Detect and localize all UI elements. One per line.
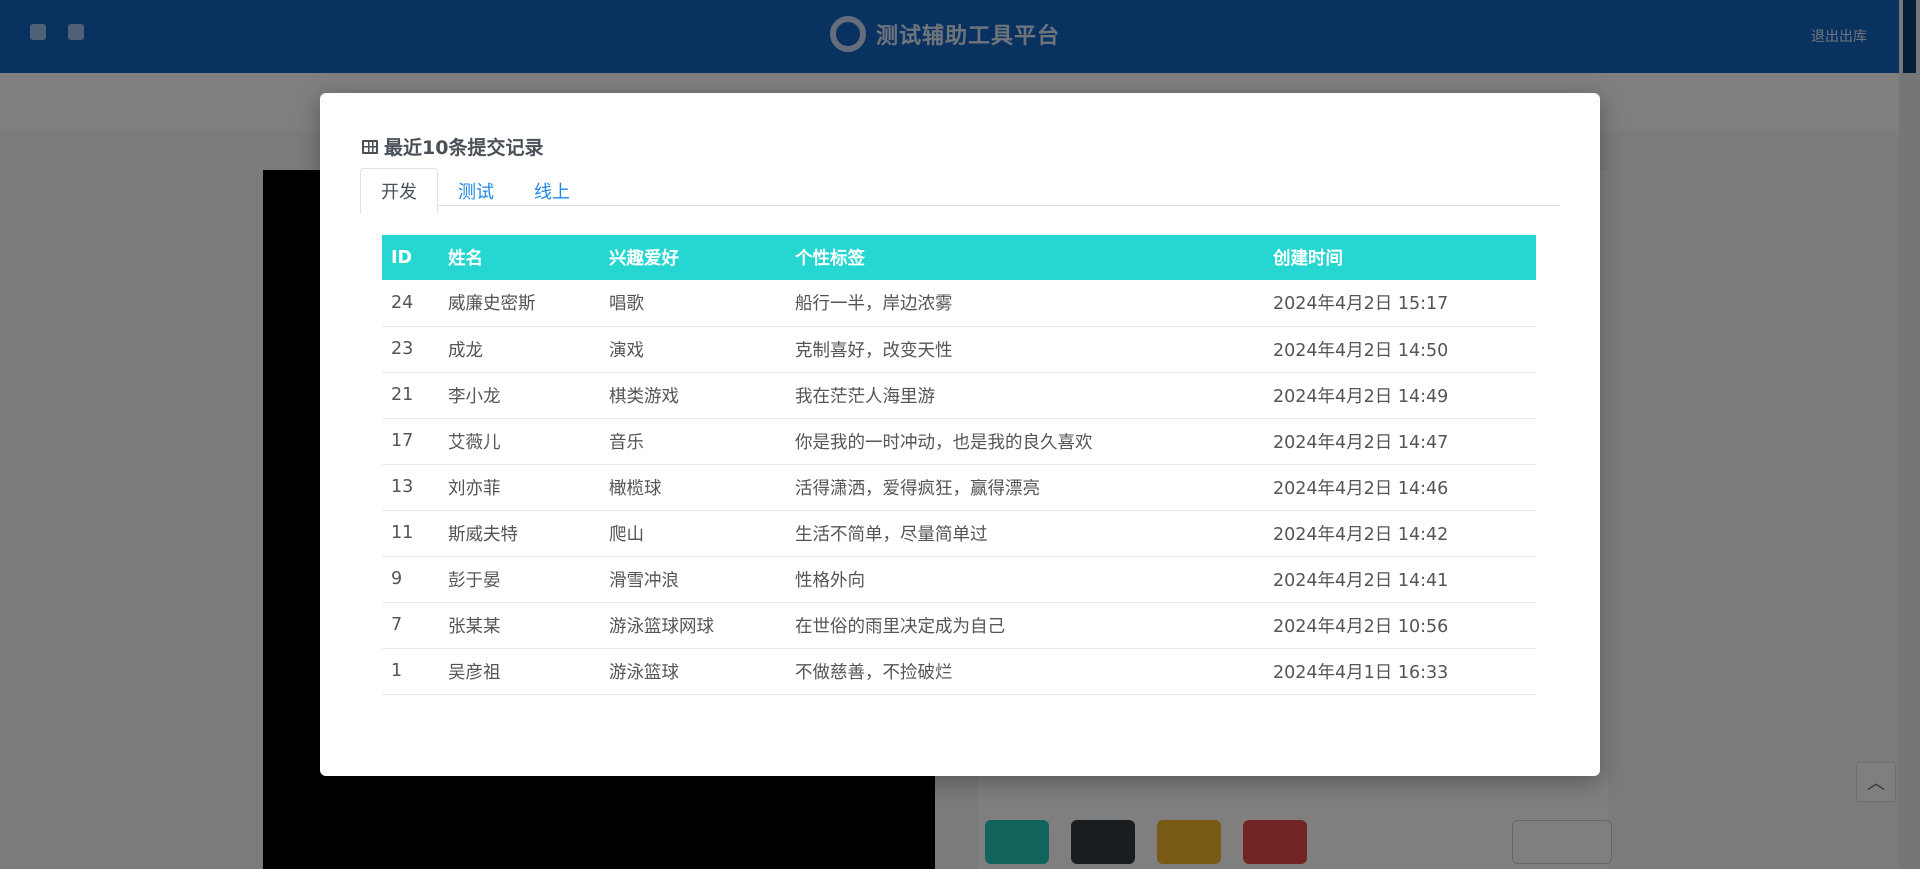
cell-name: 李小龙 <box>439 372 600 419</box>
header-created: 创建时间 <box>1273 249 1343 269</box>
cell-tag: 不做慈善，不捡破烂 <box>786 648 1264 695</box>
cell-created: 2024年4月2日 14:50 <box>1264 326 1536 373</box>
cell-id: 7 <box>382 602 439 649</box>
cell-name: 成龙 <box>439 326 600 373</box>
cell-hobby: 爬山 <box>600 510 786 557</box>
table-row: 17 艾薇儿 音乐 你是我的一时冲动，也是我的良久喜欢 2024年4月2日 14… <box>382 418 1536 465</box>
header-hobby: 兴趣爱好 <box>609 249 679 269</box>
cell-id: 13 <box>382 464 439 511</box>
cell-hobby: 游泳篮球网球 <box>600 602 786 649</box>
cell-tag: 在世俗的雨里决定成为自己 <box>786 602 1264 649</box>
cell-name: 吴彦祖 <box>439 648 600 695</box>
cell-created: 2024年4月2日 14:41 <box>1264 556 1536 603</box>
cell-id: 24 <box>382 280 439 327</box>
env-tabs: 开发 测试 线上 <box>360 168 1560 214</box>
cell-id: 9 <box>382 556 439 603</box>
cell-tag: 生活不简单，尽量简单过 <box>786 510 1264 557</box>
table-row: 7 张某某 游泳篮球网球 在世俗的雨里决定成为自己 2024年4月2日 10:5… <box>382 602 1536 649</box>
cell-created: 2024年4月1日 16:33 <box>1264 648 1536 695</box>
modal-title: 最近10条提交记录 <box>362 133 543 160</box>
cell-tag: 你是我的一时冲动，也是我的良久喜欢 <box>786 418 1264 465</box>
table-row: 23 成龙 演戏 克制喜好，改变天性 2024年4月2日 14:50 <box>382 326 1536 373</box>
header-id: ID <box>391 247 413 268</box>
cell-created: 2024年4月2日 10:56 <box>1264 602 1536 649</box>
cell-id: 23 <box>382 326 439 373</box>
cell-id: 1 <box>382 648 439 695</box>
table-header-row: ID 姓名 兴趣爱好 个性标签 创建时间 <box>382 235 1536 280</box>
tab-prod[interactable]: 线上 <box>514 168 590 214</box>
cell-created: 2024年4月2日 14:47 <box>1264 418 1536 465</box>
cell-created: 2024年4月2日 14:42 <box>1264 510 1536 557</box>
table-row: 1 吴彦祖 游泳篮球 不做慈善，不捡破烂 2024年4月1日 16:33 <box>382 648 1536 695</box>
cell-hobby: 滑雪冲浪 <box>600 556 786 603</box>
table-icon <box>362 139 378 154</box>
cell-hobby: 棋类游戏 <box>600 372 786 419</box>
cell-created: 2024年4月2日 15:17 <box>1264 280 1536 327</box>
cell-hobby: 游泳篮球 <box>600 648 786 695</box>
cell-name: 彭于晏 <box>439 556 600 603</box>
cell-name: 艾薇儿 <box>439 418 600 465</box>
records-table: ID 姓名 兴趣爱好 个性标签 创建时间 24 威廉史密斯 唱歌 船行一半，岸边… <box>382 235 1536 695</box>
table-row: 11 斯威夫特 爬山 生活不简单，尽量简单过 2024年4月2日 14:42 <box>382 510 1536 557</box>
cell-hobby: 橄榄球 <box>600 464 786 511</box>
cell-hobby: 唱歌 <box>600 280 786 327</box>
cell-tag: 船行一半，岸边浓雾 <box>786 280 1264 327</box>
tab-dev[interactable]: 开发 <box>360 168 438 214</box>
cell-id: 11 <box>382 510 439 557</box>
cell-created: 2024年4月2日 14:49 <box>1264 372 1536 419</box>
modal-title-text: 最近10条提交记录 <box>384 137 544 159</box>
header-name: 姓名 <box>448 249 483 269</box>
cell-id: 17 <box>382 418 439 465</box>
cell-name: 威廉史密斯 <box>439 280 600 327</box>
table-row: 13 刘亦菲 橄榄球 活得潇洒，爱得疯狂，赢得漂亮 2024年4月2日 14:4… <box>382 464 1536 511</box>
cell-tag: 活得潇洒，爱得疯狂，赢得漂亮 <box>786 464 1264 511</box>
cell-name: 张某某 <box>439 602 600 649</box>
cell-tag: 我在茫茫人海里游 <box>786 372 1264 419</box>
table-row: 9 彭于晏 滑雪冲浪 性格外向 2024年4月2日 14:41 <box>382 556 1536 603</box>
cell-created: 2024年4月2日 14:46 <box>1264 464 1536 511</box>
header-tag: 个性标签 <box>795 249 865 269</box>
table-row: 21 李小龙 棋类游戏 我在茫茫人海里游 2024年4月2日 14:49 <box>382 372 1536 419</box>
table-row: 24 威廉史密斯 唱歌 船行一半，岸边浓雾 2024年4月2日 15:17 <box>382 280 1536 327</box>
cell-name: 刘亦菲 <box>439 464 600 511</box>
cell-name: 斯威夫特 <box>439 510 600 557</box>
recent-records-modal: 最近10条提交记录 开发 测试 线上 ID 姓名 兴趣爱好 个性标签 创建时间 … <box>320 93 1600 776</box>
cell-hobby: 音乐 <box>600 418 786 465</box>
cell-tag: 性格外向 <box>786 556 1264 603</box>
cell-hobby: 演戏 <box>600 326 786 373</box>
cell-tag: 克制喜好，改变天性 <box>786 326 1264 373</box>
cell-id: 21 <box>382 372 439 419</box>
tab-test[interactable]: 测试 <box>438 168 514 214</box>
